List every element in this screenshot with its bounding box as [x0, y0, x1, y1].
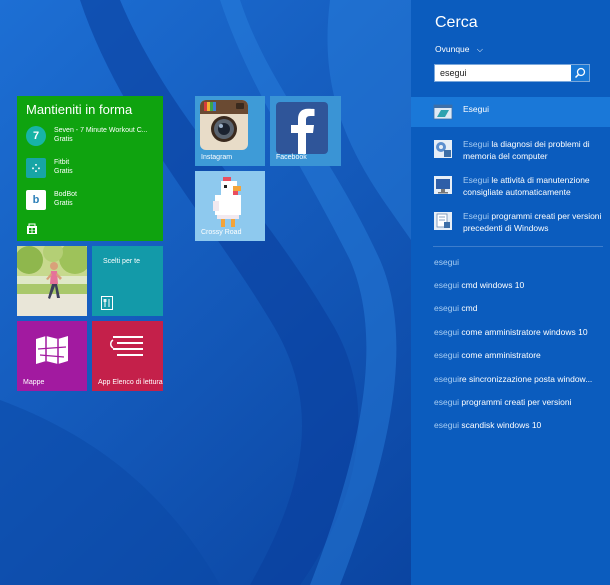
- suggestion-query: esegui: [434, 374, 460, 384]
- result-item-compatibilita[interactable]: Esegui programmi creati per versioni pre…: [411, 206, 610, 240]
- suggestion-completion: scandisk windows 10: [459, 420, 542, 430]
- search-panel: Cerca Ovunque ⌵ Esegui: [411, 0, 610, 585]
- app-price: Gratis: [54, 168, 73, 175]
- result-item-manutenzione[interactable]: Esegui le attività di manutenzione consi…: [411, 170, 610, 204]
- result-highlight: Esegui: [463, 139, 489, 149]
- suggestion-completion: re sincronizzazione posta window...: [459, 374, 593, 384]
- chicken-icon: [213, 177, 241, 227]
- suggestion-query: esegui: [434, 280, 460, 290]
- runner-image: [17, 246, 87, 316]
- tile-app-elenco-di-lettura[interactable]: App Elenco di lettura: [92, 321, 163, 391]
- suggestion-item[interactable]: esegui cmd: [434, 303, 477, 313]
- scope-label: Ovunque: [435, 44, 470, 54]
- compatibility-icon: [434, 212, 452, 230]
- result-text: Esegui le attività di manutenzione consi…: [463, 175, 603, 198]
- tile-instagram[interactable]: Instagram: [195, 96, 265, 166]
- result-item-diagnosi-memoria[interactable]: Esegui la diagnosi dei problemi di memor…: [411, 134, 610, 168]
- instagram-icon: [200, 100, 248, 150]
- suggestion-item[interactable]: esegui come amministratore: [434, 350, 541, 360]
- app-name: Fitbit Gratis: [54, 158, 73, 176]
- reading-list-icon: [110, 336, 143, 356]
- tile-label: Facebook: [276, 154, 307, 161]
- tile-label: Scelti per te: [103, 258, 140, 265]
- suggestion-query: esegui: [434, 303, 460, 313]
- tile-crossy-road[interactable]: Crossy Road: [195, 171, 265, 241]
- suggestion-completion: programmi creati per versioni: [459, 397, 572, 407]
- facebook-icon: [276, 102, 328, 154]
- suggestion-item[interactable]: esegui scandisk windows 10: [434, 420, 541, 430]
- app-price: Gratis: [54, 200, 73, 207]
- suggestion-item[interactable]: esegui: [434, 257, 459, 267]
- tile-mantieniti-in-forma[interactable]: Mantieniti in forma 7 Seven - 7 Minute W…: [17, 96, 163, 241]
- tile-label: App Elenco di lettura: [98, 379, 163, 386]
- app-price: Gratis: [54, 136, 73, 143]
- result-text: Esegui: [463, 104, 603, 116]
- suggestion-query: esegui: [434, 350, 460, 360]
- result-highlight: Esegui: [463, 175, 489, 185]
- search-button[interactable]: [571, 65, 589, 81]
- suggestion-item[interactable]: esegui cmd windows 10: [434, 280, 524, 290]
- search-icon: [574, 67, 586, 79]
- tile-photo-runner[interactable]: [17, 246, 87, 316]
- search-box: [434, 64, 590, 82]
- tile-scelti-per-te[interactable]: Scelti per te: [92, 246, 163, 316]
- tile-facebook[interactable]: Facebook: [270, 96, 341, 166]
- suggestion-item[interactable]: eseguire sincronizzazione posta window..…: [434, 374, 592, 384]
- scope-dropdown[interactable]: Ovunque ⌵: [435, 44, 483, 55]
- app-title: Fitbit: [54, 159, 70, 166]
- cutlery-icon: [101, 296, 113, 310]
- result-highlight: Esegui: [463, 104, 489, 114]
- suggestion-query: esegui: [434, 397, 460, 407]
- suggestion-item[interactable]: esegui programmi creati per versioni: [434, 397, 572, 407]
- run-dialog-icon: [433, 104, 453, 120]
- tile-label: Crossy Road: [201, 229, 242, 236]
- suggestion-completion: come amministratore: [459, 350, 541, 360]
- chevron-down-icon: ⌵: [476, 45, 483, 54]
- app-name: Seven - 7 Minute Workout C... Gratis: [54, 126, 148, 144]
- app-title: Seven - 7 Minute Workout C...: [54, 127, 148, 134]
- tile-label: Instagram: [201, 154, 233, 161]
- search-input[interactable]: [435, 65, 576, 81]
- seven-icon: 7: [26, 126, 46, 146]
- result-item-esegui[interactable]: Esegui: [411, 97, 610, 127]
- suggestion-completion: come amministratore windows 10: [459, 327, 588, 337]
- troubleshoot-icon: [434, 140, 452, 158]
- result-text: Esegui la diagnosi dei problemi di memor…: [463, 139, 603, 162]
- suggestion-query: esegui: [434, 257, 460, 267]
- suggestion-item[interactable]: esegui come amministratore windows 10: [434, 327, 588, 337]
- map-icon: [36, 336, 68, 364]
- tile-title: Mantieniti in forma: [26, 102, 133, 117]
- maintenance-icon: [434, 176, 452, 194]
- divider: [433, 246, 603, 247]
- suggestion-query: esegui: [434, 420, 460, 430]
- tile-mappe[interactable]: Mappe: [17, 321, 87, 391]
- bodbot-icon: b: [26, 190, 46, 210]
- store-icon: [27, 223, 37, 234]
- result-highlight: Esegui: [463, 211, 489, 221]
- panel-title: Cerca: [435, 14, 478, 31]
- tile-label: Mappe: [23, 379, 45, 386]
- suggestion-completion: cmd windows 10: [459, 280, 525, 290]
- suggestion-query: esegui: [434, 327, 460, 337]
- fitbit-icon: ⁘: [26, 158, 46, 178]
- app-name: BodBot Gratis: [54, 190, 77, 208]
- result-text: Esegui programmi creati per versioni pre…: [463, 211, 603, 234]
- app-title: BodBot: [54, 191, 77, 198]
- suggestion-completion: cmd: [459, 303, 478, 313]
